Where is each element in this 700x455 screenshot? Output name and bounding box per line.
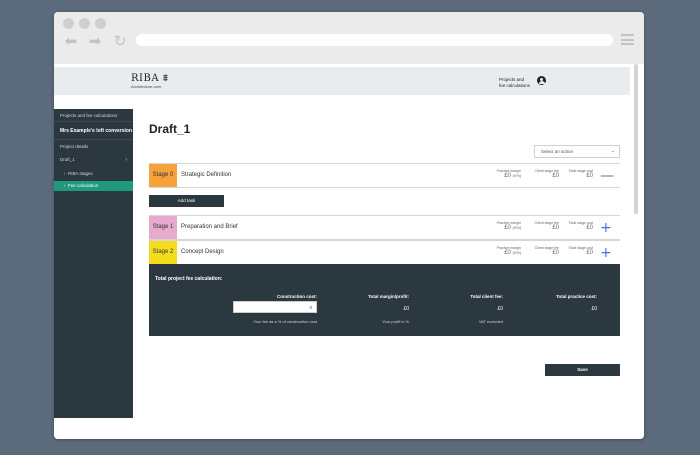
- expand-plus-icon[interactable]: +: [600, 246, 612, 260]
- user-account-icon[interactable]: [537, 76, 546, 85]
- expand-plus-icon[interactable]: +: [600, 221, 612, 235]
- totals-title: Total project fee calculation:: [155, 276, 223, 282]
- stage-total-cost: Total stage cost £0: [568, 169, 593, 179]
- save-button[interactable]: Save: [545, 364, 620, 376]
- sidebar-item-draft[interactable]: Draft_1 ›: [54, 157, 133, 163]
- profit-note: Your profit is %: [382, 319, 409, 324]
- total-practice-cost-value: £0: [591, 306, 597, 312]
- stage-practice-margin: Practice margin £0 (0%): [496, 246, 521, 256]
- stage-client-fee: Client stage fee £0: [534, 246, 559, 256]
- page-viewport: RIBA ⩩ Architecture.com Projects and fee…: [54, 64, 644, 439]
- chevron-down-icon: ⌄: [610, 148, 615, 154]
- stage-name: Strategic Definition: [181, 172, 232, 178]
- total-practice-cost-label: Total practice cost:: [556, 294, 597, 299]
- stage-client-fee: Client stage fee £0: [534, 221, 559, 231]
- stage-badge: Stage 0: [149, 164, 177, 187]
- window-maximize-dot[interactable]: [95, 18, 106, 29]
- window-minimize-dot[interactable]: [79, 18, 90, 29]
- stage-badge: Stage 2: [149, 241, 177, 264]
- forward-arrow-icon[interactable]: ➡: [87, 33, 103, 49]
- reload-icon[interactable]: ↻: [112, 33, 128, 49]
- add-task-button[interactable]: Add task: [149, 195, 224, 207]
- action-select[interactable]: Select an action ⌄: [534, 145, 620, 158]
- address-bar[interactable]: [136, 34, 613, 46]
- total-margin-label: Total margin/profit:: [368, 294, 409, 299]
- page-title: Draft_1: [149, 122, 191, 136]
- stage-badge: Stage 1: [149, 216, 177, 239]
- construction-cost-input[interactable]: [233, 301, 317, 313]
- sidebar-item-label: Fee calculation: [68, 183, 99, 188]
- stage-total-cost: Total stage cost £0: [568, 221, 593, 231]
- stage-name: Concept Design: [181, 249, 224, 255]
- stage-practice-margin: Practice margin £0 (0%): [496, 221, 521, 231]
- stage-row: Stage 2 Concept Design Practice margin £…: [149, 240, 620, 265]
- select-placeholder: Select an action: [541, 149, 574, 154]
- chevron-right-icon: ›: [125, 157, 127, 163]
- stage-practice-margin: Practice margin £0 (0%): [496, 169, 521, 179]
- riba-logo[interactable]: RIBA ⩩ Architecture.com: [131, 74, 169, 90]
- browser-chrome: ⬅ ➡ ↻: [54, 12, 644, 64]
- vat-note: VAT excluded: [478, 319, 503, 324]
- site-header: RIBA ⩩ Architecture.com Projects and fee…: [54, 67, 630, 95]
- construction-cost-note: Your fee as a % of construction cost: [253, 319, 317, 324]
- page-scrollbar[interactable]: [634, 64, 638, 214]
- sidebar-project-details[interactable]: Project details: [54, 144, 133, 149]
- stage-total-cost: Total stage cost £0: [568, 246, 593, 256]
- sidebar: Projects and fee calculations Mrs Exampl…: [54, 109, 133, 418]
- sidebar-item-riba-stages[interactable]: › RIBA stages: [54, 171, 133, 176]
- stage-row: Stage 0 Strategic Definition Practice ma…: [149, 163, 620, 188]
- collapse-minus-icon[interactable]: —: [600, 169, 614, 183]
- projects-fee-calculations-link[interactable]: Projects and fee calculations: [499, 77, 530, 88]
- sidebar-section-title[interactable]: Projects and fee calculations: [54, 113, 133, 118]
- construction-cost-label: Construction cost:: [277, 294, 317, 299]
- total-client-fee-value: £0: [497, 306, 503, 312]
- sidebar-item-label: Draft_1: [60, 157, 75, 162]
- stage-client-fee: Client stage fee £0: [534, 169, 559, 179]
- sidebar-item-fee-calculation[interactable]: › Fee calculation: [54, 181, 133, 191]
- sidebar-divider: [54, 139, 133, 140]
- sidebar-project-name[interactable]: Mrs Example's loft conversion: [54, 128, 133, 134]
- browser-menu-icon[interactable]: [621, 34, 634, 45]
- browser-window: ⬅ ➡ ↻ RIBA ⩩ Architecture.com Projects a…: [54, 12, 644, 439]
- sidebar-divider: [54, 121, 133, 122]
- back-arrow-icon[interactable]: ⬅: [63, 33, 79, 49]
- total-fee-panel: Total project fee calculation: Construct…: [149, 264, 620, 336]
- stage-name: Preparation and Brief: [181, 224, 238, 230]
- window-close-dot[interactable]: [63, 18, 74, 29]
- stage-row: Stage 1 Preparation and Brief Practice m…: [149, 215, 620, 240]
- sidebar-item-label: RIBA stages: [68, 171, 93, 176]
- total-client-fee-label: Total client fee:: [470, 294, 503, 299]
- total-margin-value: £0: [403, 306, 409, 312]
